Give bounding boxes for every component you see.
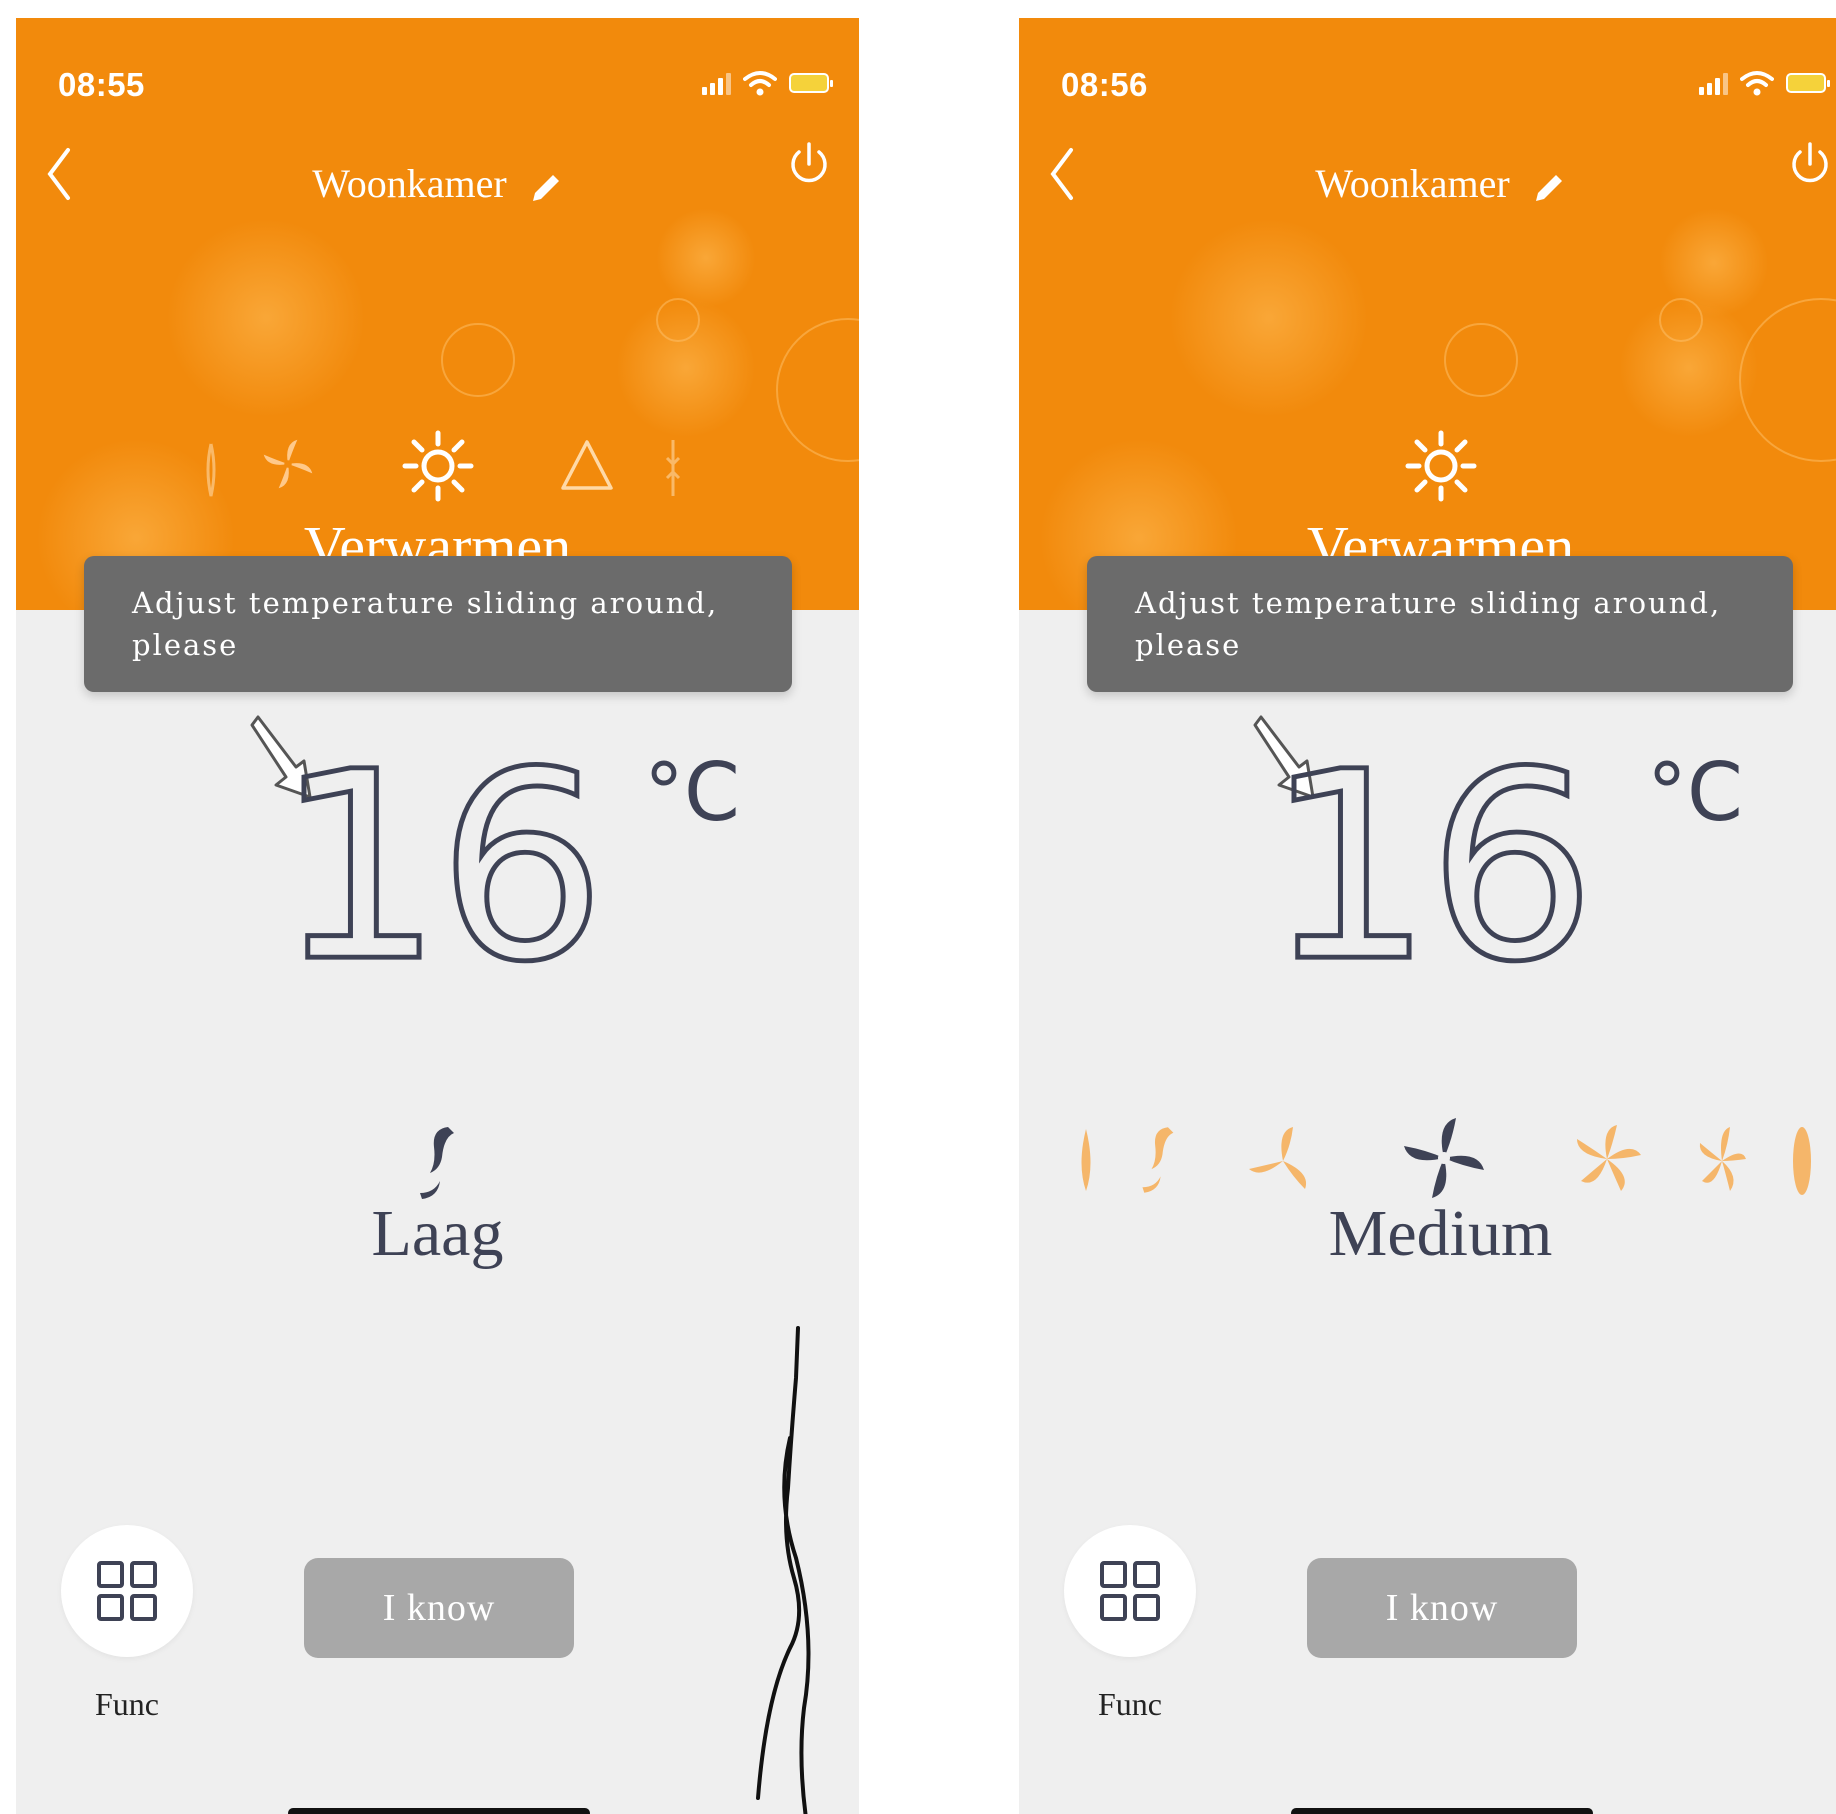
- wifi-icon: [743, 71, 777, 96]
- status-icons: [702, 70, 833, 96]
- fan-speed-label: Medium: [1328, 1197, 1553, 1270]
- room-name: Woonkamer: [1315, 161, 1510, 206]
- grid-icon: [97, 1561, 157, 1621]
- func-button[interactable]: [61, 1525, 193, 1657]
- status-time: 08:56: [1061, 66, 1148, 103]
- func-label: Func: [95, 1686, 159, 1722]
- phone-screen-right: 08:56 Woonkamer Verwarmen Adjust tempera…: [1019, 18, 1836, 1814]
- signal-icon: [702, 71, 731, 95]
- dry-icon[interactable]: [203, 440, 219, 500]
- header-area: 08:55 Woonkamer Verwarmen: [16, 18, 859, 610]
- snow-icon[interactable]: [663, 438, 683, 498]
- status-time: 08:55: [58, 66, 145, 103]
- status-icons: [1699, 70, 1830, 96]
- temperature-number: 16: [272, 717, 608, 1019]
- fan-speed-selector[interactable]: [1019, 1103, 1836, 1203]
- fan-turbo-icon[interactable]: [1697, 1123, 1747, 1199]
- mode-selector[interactable]: [1019, 430, 1836, 510]
- fan-high-icon[interactable]: [1567, 1119, 1647, 1199]
- temperature-unit: °C: [1647, 746, 1743, 839]
- power-icon[interactable]: [1788, 140, 1832, 188]
- room-title[interactable]: Woonkamer: [1019, 160, 1836, 207]
- wifi-icon: [1740, 71, 1774, 96]
- bg-ring: [441, 323, 515, 397]
- sun-icon[interactable]: [402, 430, 474, 502]
- bg-ring: [1444, 323, 1518, 397]
- fan-auto-icon[interactable]: [1075, 1125, 1097, 1197]
- i-know-button[interactable]: I know: [304, 1558, 574, 1658]
- fan-mode-icon[interactable]: [260, 434, 316, 494]
- i-know-button[interactable]: I know: [1307, 1558, 1577, 1658]
- edit-pencil-icon[interactable]: [1532, 171, 1566, 205]
- fan-speed-label: Laag: [371, 1197, 504, 1270]
- battery-icon: [789, 73, 833, 93]
- temperature-number: 16: [1262, 717, 1598, 1019]
- bg-bubble: [656, 208, 756, 308]
- room-title[interactable]: Woonkamer: [16, 160, 859, 207]
- grid-icon: [1100, 1561, 1160, 1621]
- bg-ring: [1659, 298, 1703, 342]
- temperature-unit: °C: [644, 746, 740, 839]
- bg-bubble: [166, 218, 366, 418]
- func-button[interactable]: [1064, 1525, 1196, 1657]
- room-name: Woonkamer: [312, 161, 507, 206]
- signal-icon: [1699, 71, 1728, 95]
- phone-screen-left: 08:55 Woonkamer Verwarmen Adjust tempera…: [16, 18, 859, 1814]
- func-label: Func: [1098, 1686, 1162, 1722]
- home-indicator: [288, 1808, 590, 1814]
- battery-icon: [1786, 73, 1830, 93]
- hint-tooltip: Adjust temperature sliding around, pleas…: [84, 556, 792, 692]
- home-indicator: [1291, 1808, 1593, 1814]
- header-area: 08:56 Woonkamer Verwarmen: [1019, 18, 1836, 610]
- sun-icon[interactable]: [1405, 430, 1477, 502]
- power-icon[interactable]: [787, 140, 831, 188]
- edit-pencil-icon[interactable]: [529, 171, 563, 205]
- fan-low-icon[interactable]: [1245, 1123, 1321, 1199]
- bg-bubble: [1169, 218, 1369, 418]
- fan-max-icon[interactable]: [1791, 1123, 1813, 1199]
- hint-tooltip: Adjust temperature sliding around, pleas…: [1087, 556, 1793, 692]
- fan-silent-icon[interactable]: [414, 1123, 458, 1203]
- mode-selector[interactable]: [16, 430, 859, 510]
- auto-icon[interactable]: [559, 438, 615, 498]
- bg-ring: [656, 298, 700, 342]
- fan-speed-selector[interactable]: [16, 1103, 859, 1203]
- pen-annotation-scribble: [756, 1326, 811, 1814]
- fan-silent-icon[interactable]: [1137, 1121, 1177, 1199]
- fan-medium-icon[interactable]: [1399, 1113, 1489, 1203]
